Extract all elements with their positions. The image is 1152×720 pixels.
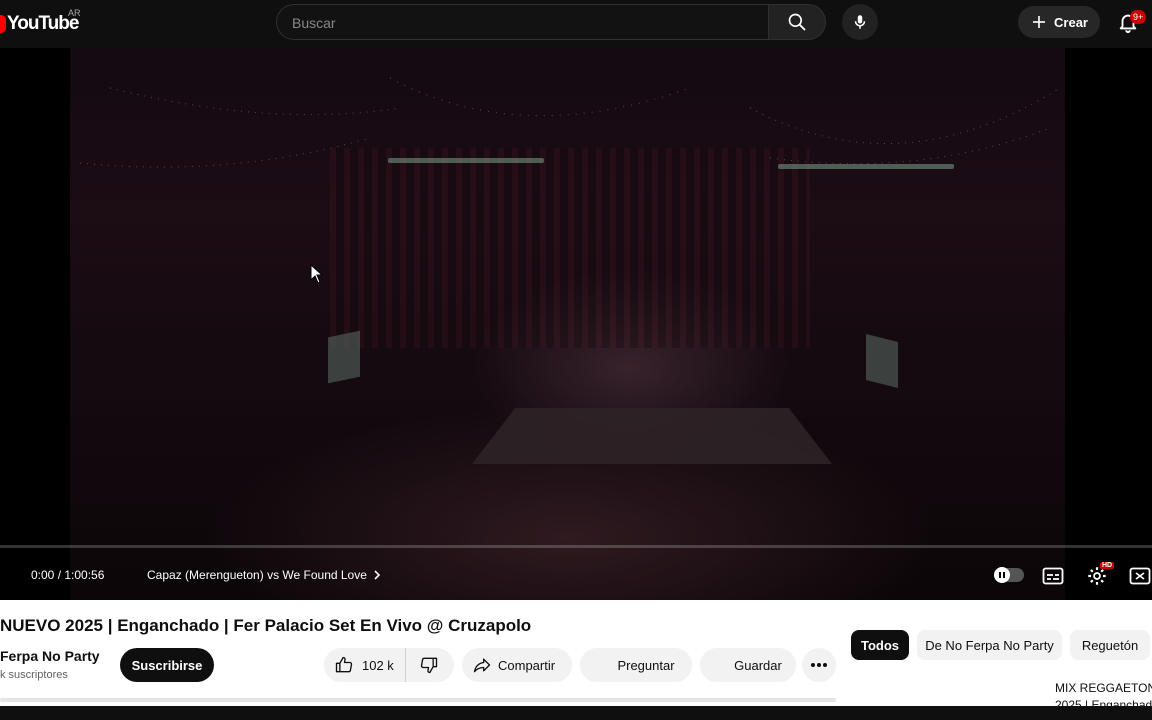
thumbs-down-icon [420,657,438,674]
autoplay-toggle[interactable] [994,567,1024,583]
video-title: NUEVO 2025 | Enganchado | Fer Palacio Se… [0,616,532,635]
dislike-button[interactable] [406,648,452,682]
miniplayer-icon [1129,567,1151,585]
like-dislike-group: 102 k [324,648,454,682]
subtitles-icon [1042,567,1064,585]
chip-channel[interactable]: De No Ferpa No Party [917,630,1062,660]
country-code: AR [68,8,81,18]
voice-search-button[interactable] [842,4,878,40]
like-button[interactable]: 102 k [324,648,406,682]
microphone-icon [854,15,866,29]
player-controls: 0:00 / 1:00:56 Capaz (Merengueton) vs We… [0,556,1152,600]
hd-badge: HD [1100,562,1115,569]
string-lights [79,77,1061,168]
autoplay-knob [994,567,1010,583]
chip-reggaeton[interactable]: Reguetón [1070,630,1150,660]
taskbar-edge [0,706,1152,720]
subscriber-count: k suscriptores [0,669,68,681]
thumbs-up-icon [335,656,353,673]
progress-bar[interactable] [0,545,1152,548]
create-label: Crear [1054,14,1088,30]
save-button[interactable]: Guardar [700,648,796,682]
subscribe-button[interactable]: Suscribirse [120,648,214,682]
more-horizontal-icon [811,663,827,667]
video-player[interactable]: 0:00 / 1:00:56 Capaz (Merengueton) vs We… [0,48,1152,600]
ask-button[interactable]: Preguntar [580,648,692,682]
more-actions-button[interactable] [802,648,836,682]
chapter-button[interactable]: Capaz (Merengueton) vs We Found Love [147,568,383,582]
search-button[interactable] [768,4,826,40]
search-icon [788,13,806,31]
stage-light-left [388,158,544,163]
stage-light-right [778,164,954,169]
search-box [276,4,768,41]
masthead: YouTube AR Crear 9+ [0,0,1152,48]
subscribe-label: Suscribirse [131,657,203,673]
chip-all[interactable]: Todos [851,630,909,660]
recommended-title-line1: MIX REGGAETON [1055,681,1152,695]
ask-label: Preguntar [617,657,675,673]
share-button[interactable]: Compartir [462,648,572,682]
settings-button[interactable]: HD [1085,562,1115,588]
chapter-title: Capaz (Merengueton) vs We Found Love [147,568,367,582]
channel-name[interactable]: Ferpa No Party [0,648,100,664]
description-box-top [0,698,836,702]
share-icon [473,658,491,673]
save-label: Guardar [734,657,782,673]
youtube-logo[interactable]: YouTube AR [0,8,81,36]
mouse-cursor-icon [310,264,324,284]
pause-icon [999,572,1005,578]
video-frame[interactable] [70,48,1065,600]
share-label: Compartir [498,657,556,673]
miniplayer-button[interactable] [1128,564,1152,588]
create-button[interactable]: Crear [1018,6,1100,38]
youtube-play-icon [0,15,6,33]
time-display: 0:00 / 1:00:56 [31,568,105,582]
search-input[interactable] [277,5,734,41]
chevron-right-icon [374,570,381,580]
plus-icon [1033,16,1046,28]
subtitles-button[interactable] [1041,564,1065,588]
like-count: 102 k [362,657,394,673]
watch-metadata: NUEVO 2025 | Enganchado | Fer Palacio Se… [0,600,1152,720]
notification-badge: 9+ [1130,10,1147,24]
dj-table [472,408,832,464]
